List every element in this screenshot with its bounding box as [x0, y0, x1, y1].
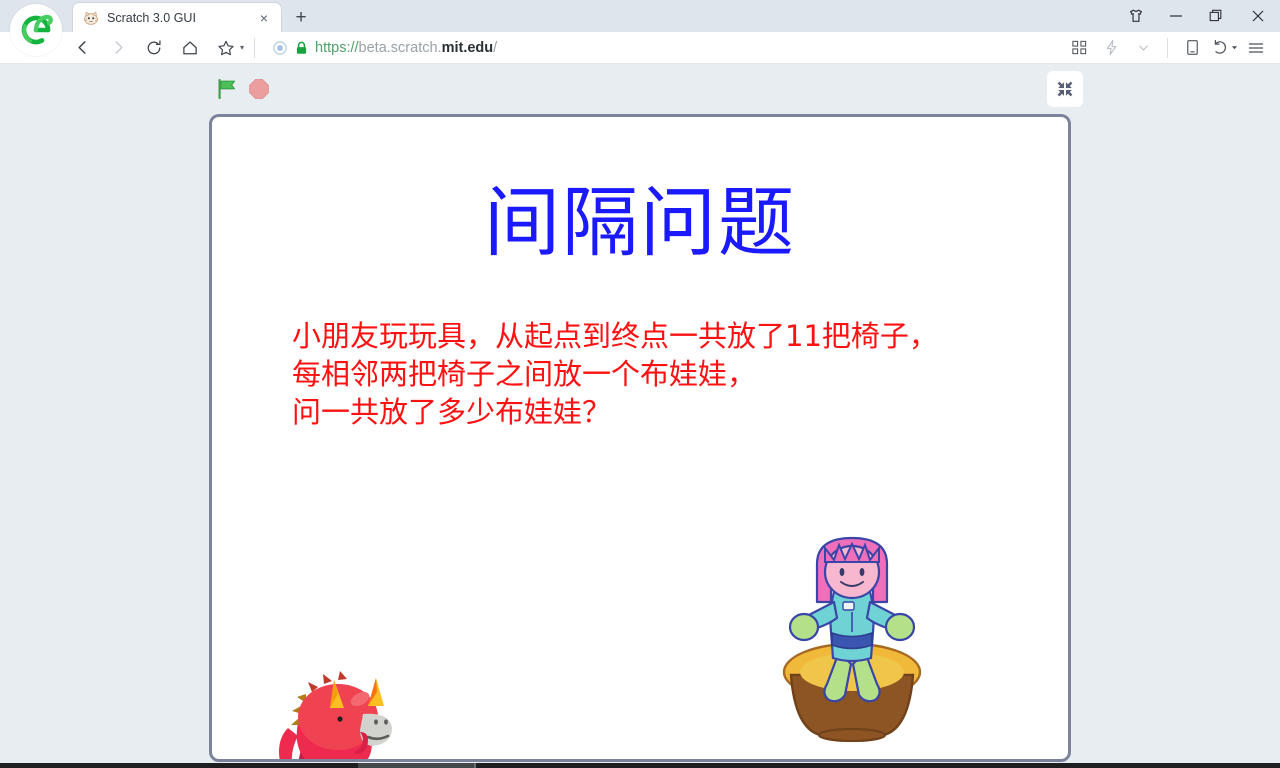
new-tab-button[interactable]: +	[286, 2, 316, 32]
sprite-dinosaur[interactable]	[268, 662, 398, 759]
os-taskbar	[0, 763, 1280, 768]
window-controls	[1116, 0, 1280, 32]
toolbar-right-icons	[1063, 33, 1280, 63]
close-window-button[interactable]	[1236, 0, 1280, 32]
browser-titlebar: Scratch 3.0 GUI × +	[0, 0, 1280, 56]
menu-hamburger-icon[interactable]	[1240, 33, 1272, 63]
bookmark-star-button[interactable]	[208, 33, 244, 63]
grid-apps-icon[interactable]	[1063, 33, 1095, 63]
browser-e-logo	[10, 4, 62, 56]
home-button[interactable]	[172, 33, 208, 63]
forward-button[interactable]	[100, 33, 136, 63]
stage-body-text: 小朋友玩玩具，从起点到终点一共放了11把椅子， 每相邻两把椅子之间放一个布娃娃，…	[292, 317, 938, 431]
tab-strip: Scratch 3.0 GUI × +	[72, 0, 316, 32]
url-subdomain: beta.scratch.	[358, 39, 442, 56]
url-path: /	[493, 39, 498, 56]
navigation-buttons: ▾	[64, 33, 263, 63]
toolbar-divider-2	[1167, 37, 1168, 58]
browser-toolbar: ▾ https://beta.scratch.mit.edu/	[0, 32, 1280, 64]
page-info-icon[interactable]	[273, 40, 287, 55]
browser-tab-title: Scratch 3.0 GUI	[107, 10, 196, 25]
taskbar-segment	[358, 763, 474, 768]
minimize-button[interactable]	[1156, 0, 1196, 32]
mobile-view-icon[interactable]	[1176, 33, 1208, 63]
stage-body-line-1: 小朋友玩玩具，从起点到终点一共放了11把椅子，	[292, 319, 938, 353]
stage-body-line-2: 每相邻两把椅子之间放一个布娃娃，	[292, 357, 757, 391]
green-flag-button[interactable]	[214, 76, 240, 102]
url-text: https://beta.scratch.mit.edu/	[315, 40, 497, 56]
browser-window: Scratch 3.0 GUI × + ▾ https://beta.scrat…	[0, 0, 1280, 768]
maximize-button[interactable]	[1196, 0, 1236, 32]
taskbar-divider	[474, 763, 476, 768]
stage-control-bar	[0, 64, 1280, 112]
scratch-stage[interactable]: 间隔问题 小朋友玩玩具，从起点到终点一共放了11把椅子， 每相邻两把椅子之间放一…	[209, 114, 1071, 762]
stage-body-line-3: 问一共放了多少布娃娃？	[292, 395, 612, 429]
reload-button[interactable]	[136, 33, 172, 63]
lightning-icon[interactable]	[1095, 33, 1127, 63]
browser-tab-scratch[interactable]: Scratch 3.0 GUI ×	[72, 2, 282, 32]
scratch-cat-favicon	[83, 10, 99, 26]
bookmark-caret-icon[interactable]: ▾	[240, 43, 244, 52]
undo-history-icon[interactable]	[1208, 33, 1240, 63]
chevron-down-icon[interactable]	[1127, 33, 1159, 63]
sprite-girl-in-basket[interactable]	[777, 532, 927, 743]
stage-wrapper: 间隔问题 小朋友玩玩具，从起点到终点一共放了11把椅子， 每相邻两把椅子之间放一…	[209, 114, 1071, 762]
stop-button[interactable]	[246, 76, 272, 102]
stage-title-text: 间隔问题	[484, 178, 796, 267]
toolbar-divider	[254, 37, 256, 58]
lock-icon	[295, 41, 308, 55]
url-domain: mit.edu	[441, 39, 494, 56]
back-button[interactable]	[64, 33, 100, 63]
url-scheme: https://	[315, 39, 359, 56]
scratch-fullscreen-app: 间隔问题 小朋友玩玩具，从起点到终点一共放了11把椅子， 每相邻两把椅子之间放一…	[0, 64, 1280, 763]
shirt-theme-icon[interactable]	[1116, 0, 1156, 32]
exit-fullscreen-button[interactable]	[1047, 71, 1083, 107]
tab-close-icon[interactable]: ×	[255, 9, 273, 27]
address-bar[interactable]: https://beta.scratch.mit.edu/	[263, 33, 1063, 63]
